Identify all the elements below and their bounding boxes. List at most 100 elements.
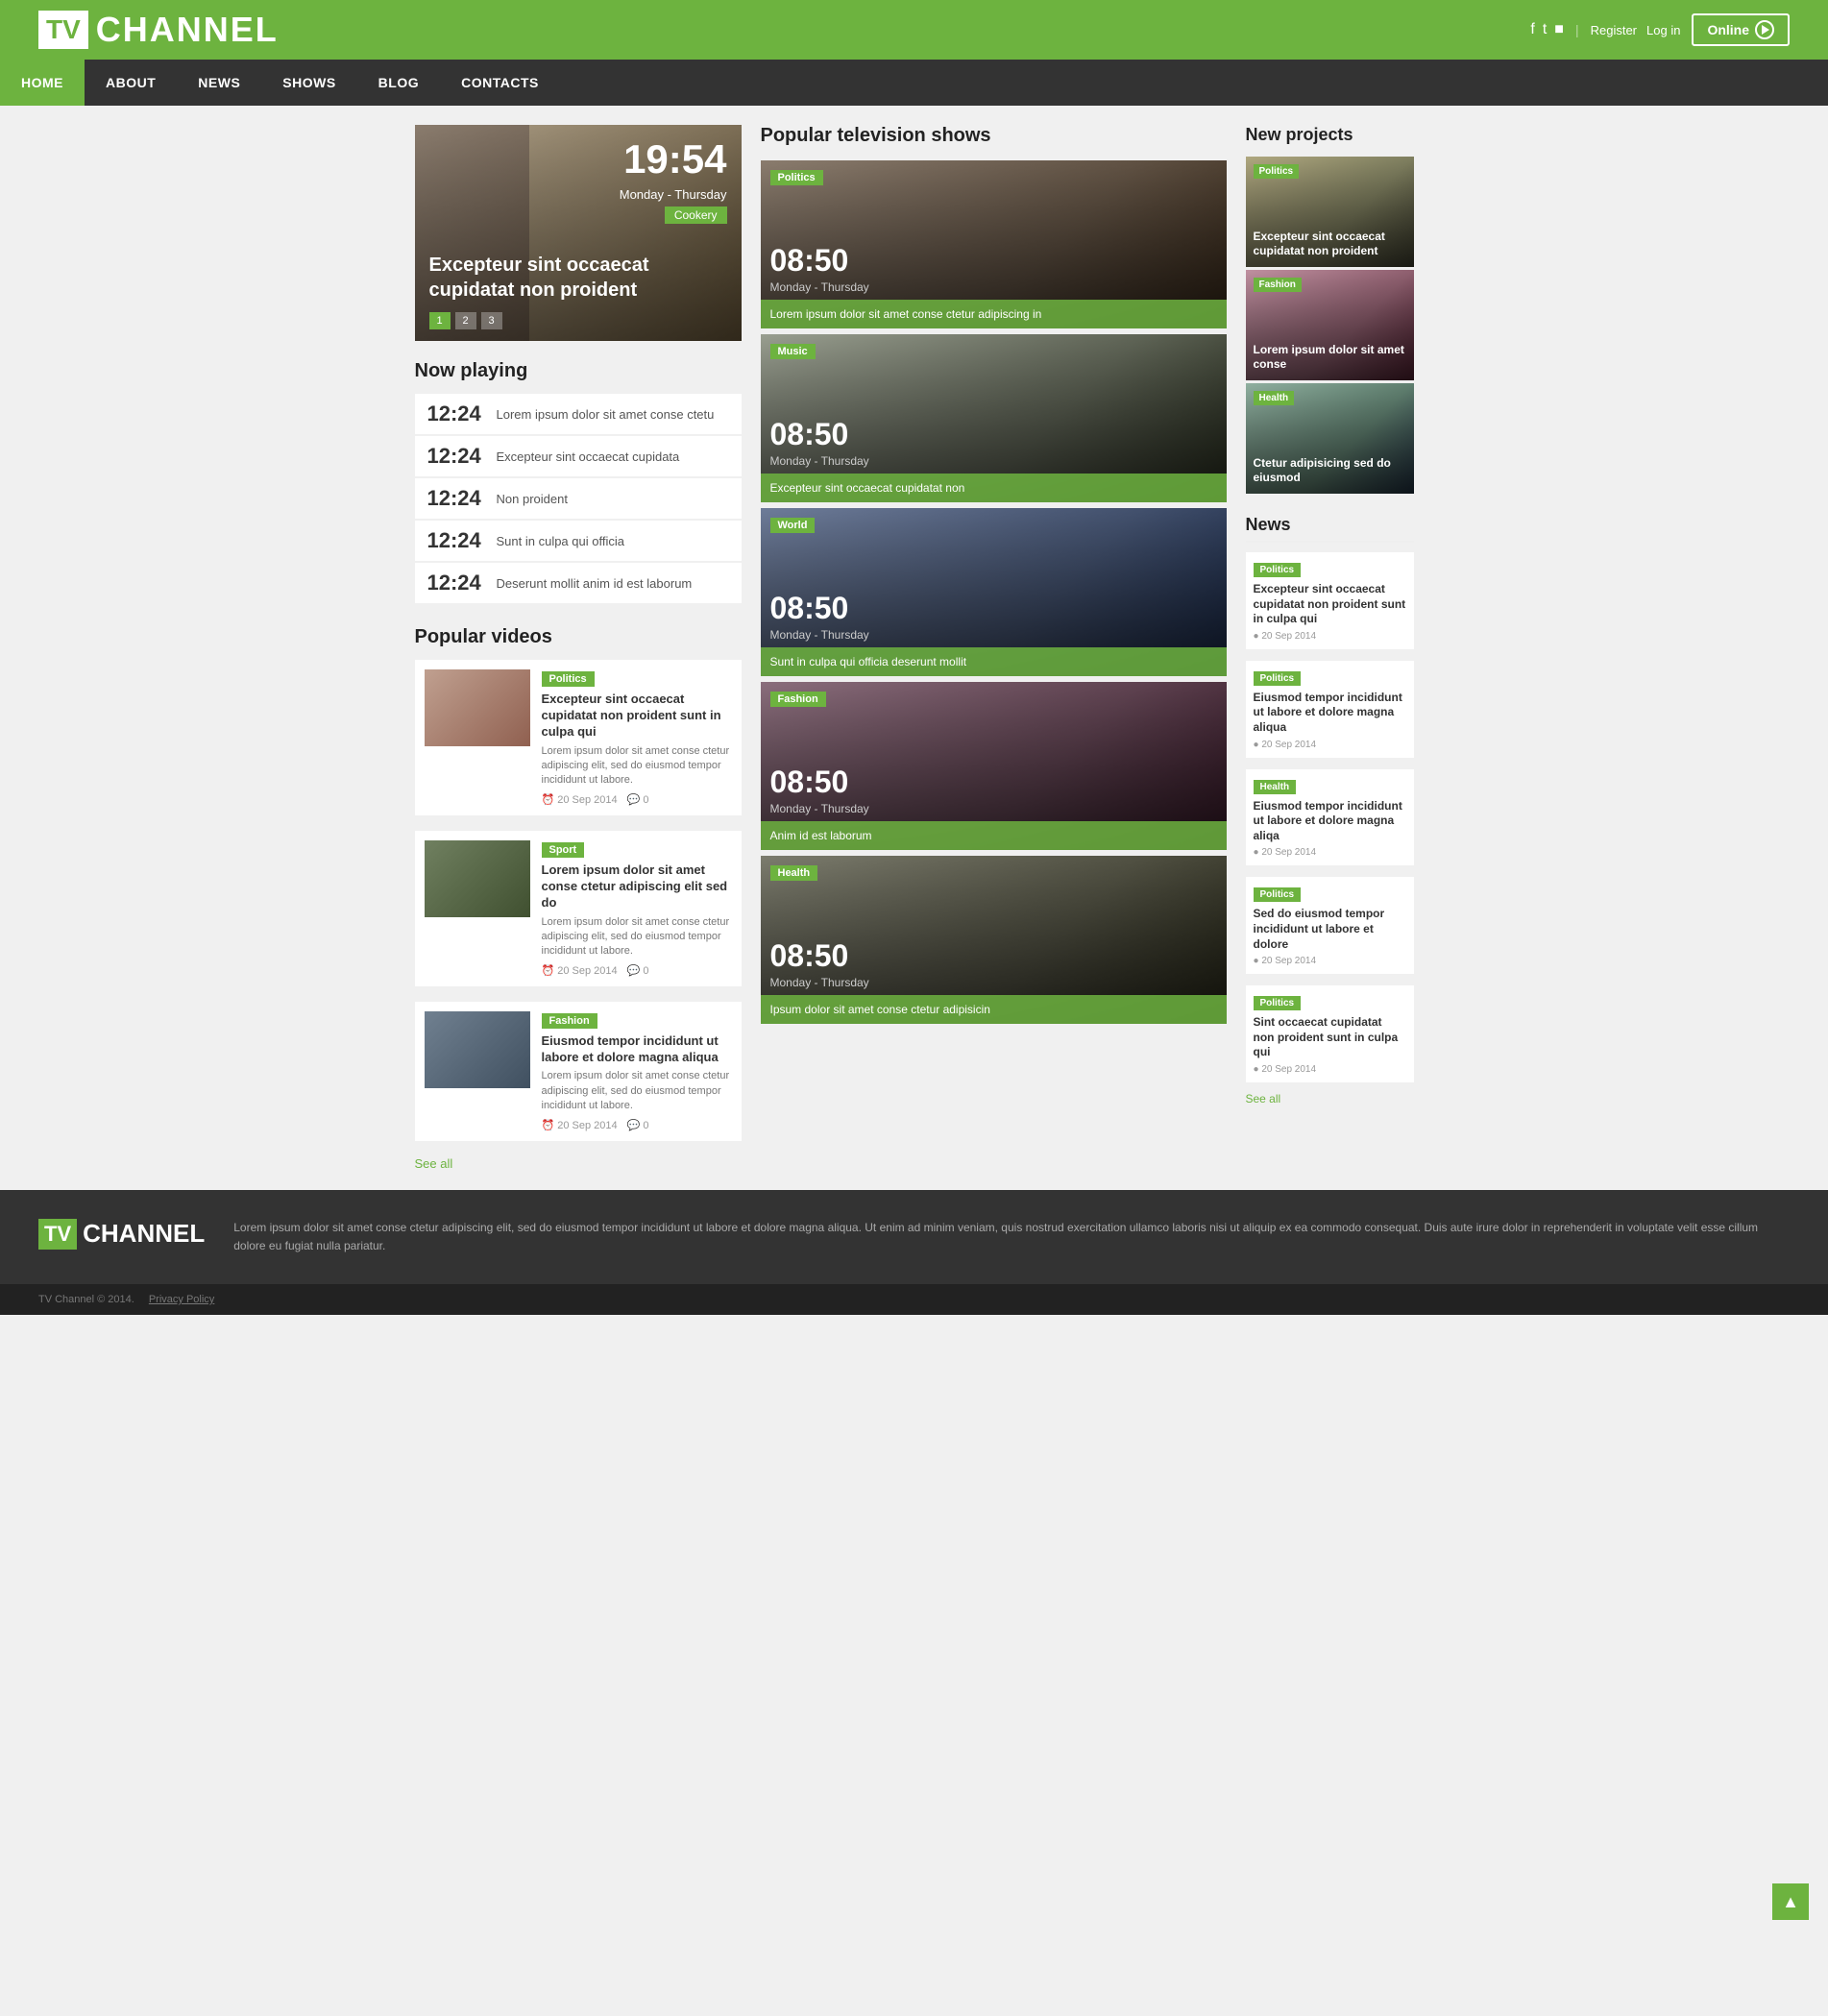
nav-contacts[interactable]: CONTACTS bbox=[440, 60, 560, 106]
news-tag-3: Health bbox=[1254, 780, 1297, 794]
now-playing-title: Now playing bbox=[415, 360, 742, 382]
tv-show-desc-1: Lorem ipsum dolor sit amet conse ctetur … bbox=[770, 307, 1217, 321]
video-item: Politics Excepteur sint occaecat cupidat… bbox=[415, 660, 742, 815]
news-headline-4: Sed do eiusmod tempor incididunt ut labo… bbox=[1254, 907, 1406, 952]
hero-schedule: Monday - Thursday bbox=[620, 187, 727, 202]
news-item-5[interactable]: Politics Sint occaecat cupidatat non pro… bbox=[1246, 985, 1414, 1082]
tv-show-item-4[interactable]: Fashion 08:50 Monday - Thursday Anim id … bbox=[761, 682, 1227, 850]
schedule-time-3: 12:24 bbox=[427, 486, 485, 511]
news-item-3[interactable]: Health Eiusmod tempor incididunt ut labo… bbox=[1246, 769, 1414, 866]
logo-channel: CHANNEL bbox=[96, 10, 279, 50]
schedule-time-2: 12:24 bbox=[427, 444, 485, 469]
hero-banner: 19:54 Monday - Thursday Cookery Excepteu… bbox=[415, 125, 742, 341]
scroll-to-top-button[interactable]: ▲ bbox=[1772, 1883, 1809, 1920]
news-headline-3: Eiusmod tempor incididunt ut labore et d… bbox=[1254, 799, 1406, 844]
nav-blog[interactable]: BLOG bbox=[357, 60, 440, 106]
nav-shows[interactable]: SHOWS bbox=[261, 60, 356, 106]
nav-news[interactable]: NEWS bbox=[177, 60, 261, 106]
left-column: 19:54 Monday - Thursday Cookery Excepteu… bbox=[415, 125, 742, 1171]
news-headline-2: Eiusmod tempor incididunt ut labore et d… bbox=[1254, 691, 1406, 736]
news-item-2[interactable]: Politics Eiusmod tempor incididunt ut la… bbox=[1246, 661, 1414, 758]
schedule-time-4: 12:24 bbox=[427, 528, 485, 553]
hero-title: Excepteur sint occaecat cupidatat non pr… bbox=[429, 253, 727, 303]
middle-column: Popular television shows Politics 08:50 … bbox=[761, 125, 1227, 1171]
project-item-2[interactable]: Fashion Lorem ipsum dolor sit amet conse bbox=[1246, 270, 1414, 380]
tv-show-time-5: 08:50 bbox=[770, 940, 849, 971]
tv-show-tag-2: Music bbox=[770, 344, 816, 359]
tv-show-bottom-5: Ipsum dolor sit amet conse ctetur adipis… bbox=[761, 995, 1227, 1024]
twitter-icon[interactable]: t bbox=[1543, 21, 1547, 38]
tv-show-tag-3: World bbox=[770, 518, 816, 533]
video-desc-2: Lorem ipsum dolor sit amet conse ctetur … bbox=[542, 915, 732, 959]
footer-logo-channel: CHANNEL bbox=[83, 1219, 205, 1249]
video-date-3: 20 Sep 2014 bbox=[542, 1119, 618, 1131]
right-column: New projects Politics Excepteur sint occ… bbox=[1246, 125, 1414, 1171]
tv-show-item-2[interactable]: Music 08:50 Monday - Thursday Excepteur … bbox=[761, 334, 1227, 502]
schedule-desc-4: Sunt in culpa qui officia bbox=[497, 534, 624, 548]
video-thumbnail-2[interactable] bbox=[425, 840, 530, 917]
news-see-all[interactable]: See all bbox=[1246, 1092, 1281, 1105]
video-thumbnail-1[interactable] bbox=[425, 669, 530, 746]
tv-show-list: Politics 08:50 Monday - Thursday Lorem i… bbox=[761, 160, 1227, 1027]
rss-icon[interactable]: ■ bbox=[1554, 21, 1564, 38]
online-button[interactable]: Online bbox=[1692, 13, 1790, 46]
nav-home[interactable]: HOME bbox=[0, 60, 85, 106]
news-item-4[interactable]: Politics Sed do eiusmod tempor incididun… bbox=[1246, 877, 1414, 974]
video-desc-3: Lorem ipsum dolor sit amet conse ctetur … bbox=[542, 1069, 732, 1113]
project-item-1[interactable]: Politics Excepteur sint occaecat cupidat… bbox=[1246, 157, 1414, 267]
video-comments-2: 0 bbox=[627, 964, 649, 977]
tv-show-desc-4: Anim id est laborum bbox=[770, 829, 1217, 842]
project-tag-3: Health bbox=[1254, 391, 1295, 405]
login-link[interactable]: Log in bbox=[1646, 23, 1680, 37]
video-tag-3: Fashion bbox=[542, 1013, 597, 1029]
schedule-item: 12:24 Excepteur sint occaecat cupidata bbox=[415, 436, 742, 476]
play-circle-icon bbox=[1755, 20, 1774, 39]
tv-show-bottom-1: Lorem ipsum dolor sit amet conse ctetur … bbox=[761, 300, 1227, 328]
online-label: Online bbox=[1707, 22, 1749, 37]
tv-show-tag-5: Health bbox=[770, 865, 818, 881]
tv-show-desc-2: Excepteur sint occaecat cupidatat non bbox=[770, 481, 1217, 495]
footer: TV CHANNEL Lorem ipsum dolor sit amet co… bbox=[0, 1190, 1828, 1315]
logo-tv: TV bbox=[38, 11, 88, 49]
tv-show-schedule-1: Monday - Thursday bbox=[770, 280, 869, 294]
news-item-1[interactable]: Politics Excepteur sint occaecat cupidat… bbox=[1246, 552, 1414, 649]
footer-description: Lorem ipsum dolor sit amet conse ctetur … bbox=[233, 1219, 1790, 1255]
tv-show-bottom-2: Excepteur sint occaecat cupidatat non bbox=[761, 474, 1227, 502]
tv-show-tag-4: Fashion bbox=[770, 692, 826, 707]
schedule-desc-3: Non proident bbox=[497, 492, 568, 506]
video-tag-1: Politics bbox=[542, 671, 595, 687]
video-info-2: Sport Lorem ipsum dolor sit amet conse c… bbox=[542, 840, 732, 977]
play-triangle-icon bbox=[1762, 25, 1769, 35]
schedule-time-5: 12:24 bbox=[427, 571, 485, 595]
hero-dot-2[interactable]: 2 bbox=[455, 312, 476, 329]
hero-dot-1[interactable]: 1 bbox=[429, 312, 451, 329]
tv-show-schedule-4: Monday - Thursday bbox=[770, 802, 869, 815]
register-link[interactable]: Register bbox=[1591, 23, 1637, 37]
logo: TV CHANNEL bbox=[38, 10, 279, 50]
tv-show-item-5[interactable]: Health 08:50 Monday - Thursday Ipsum dol… bbox=[761, 856, 1227, 1024]
footer-bottom: TV Channel © 2014. Privacy Policy bbox=[0, 1284, 1828, 1315]
video-thumbnail-3[interactable] bbox=[425, 1011, 530, 1088]
news-date-4: ● 20 Sep 2014 bbox=[1254, 956, 1406, 966]
news-tag-5: Politics bbox=[1254, 996, 1302, 1010]
news-list: Politics Excepteur sint occaecat cupidat… bbox=[1246, 552, 1414, 1082]
new-projects-title: New projects bbox=[1246, 125, 1414, 145]
facebook-icon[interactable]: f bbox=[1530, 21, 1534, 38]
tv-show-bottom-4: Anim id est laborum bbox=[761, 821, 1227, 850]
video-meta-1: 20 Sep 2014 0 bbox=[542, 793, 732, 806]
videos-see-all[interactable]: See all bbox=[415, 1156, 453, 1171]
tv-show-item-1[interactable]: Politics 08:50 Monday - Thursday Lorem i… bbox=[761, 160, 1227, 328]
hero-dot-3[interactable]: 3 bbox=[481, 312, 502, 329]
news-date-3: ● 20 Sep 2014 bbox=[1254, 847, 1406, 858]
nav-about[interactable]: ABOUT bbox=[85, 60, 177, 106]
tv-show-item-3[interactable]: World 08:50 Monday - Thursday Sunt in cu… bbox=[761, 508, 1227, 676]
project-list: Politics Excepteur sint occaecat cupidat… bbox=[1246, 157, 1414, 494]
popular-videos-title: Popular videos bbox=[415, 626, 742, 648]
video-date-1: 20 Sep 2014 bbox=[542, 793, 618, 806]
privacy-policy-link[interactable]: Privacy Policy bbox=[149, 1294, 214, 1305]
schedule-item: 12:24 Deserunt mollit anim id est laboru… bbox=[415, 563, 742, 603]
project-item-3[interactable]: Health Ctetur adipisicing sed do eiusmod bbox=[1246, 383, 1414, 494]
tv-show-time-3: 08:50 bbox=[770, 593, 849, 623]
hero-tag: Cookery bbox=[665, 206, 727, 224]
footer-copyright: TV Channel © 2014. bbox=[38, 1294, 134, 1305]
